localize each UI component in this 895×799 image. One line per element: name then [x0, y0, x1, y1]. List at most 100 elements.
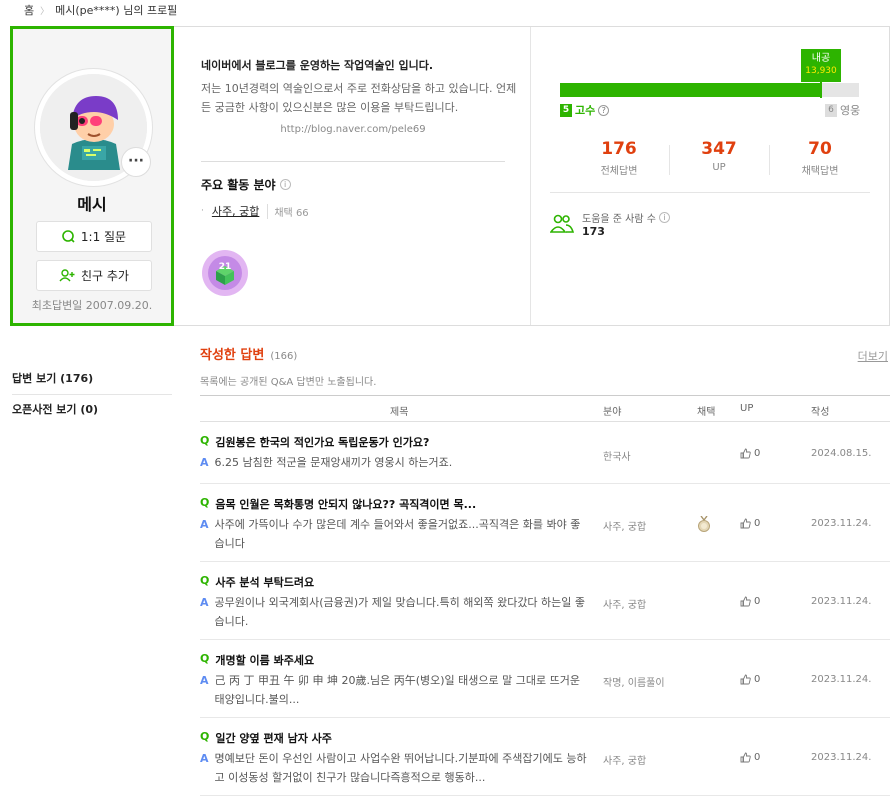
answers-title: 작성한 답변 (166)	[200, 344, 297, 363]
answer-mark-icon: A	[200, 456, 209, 469]
answer-mark-icon: A	[200, 752, 209, 765]
answer-preview[interactable]: A 명예보단 돈이 우선인 사람이고 사업수완 뛰어납니다.기분파에 주색잡기에도…	[200, 749, 590, 787]
table-row[interactable]: Q 김원봉은 한국의 적인가요 독립운동가 인가요? A 6.25 남침한 적군을 …	[200, 422, 890, 484]
stat-adopted-answers: 70 채택답변	[770, 139, 870, 177]
up-count: 0	[754, 752, 761, 763]
question-button[interactable]: 1:1 질문	[36, 221, 152, 252]
table-header: 제목 분야 채택 UP 작성	[200, 395, 890, 422]
up-count: 0	[754, 674, 761, 685]
row-up[interactable]: 0	[740, 518, 760, 529]
more-options-button[interactable]: ···	[121, 147, 151, 177]
row-up[interactable]: 0	[740, 674, 760, 685]
add-friend-label: 친구 추가	[81, 269, 129, 283]
blog-link[interactable]: http://blog.naver.com/pele69	[175, 124, 531, 135]
answer-text: 사주에 가뜩이나 수가 많은데 계수 들어와서 좋을거없죠...곡직격은 화를 …	[214, 518, 581, 550]
up-count: 0	[754, 596, 761, 607]
up-count: 0	[754, 518, 761, 529]
current-grade-number: 5	[560, 103, 572, 117]
activity-title: 주요 활동 분야 i	[201, 176, 291, 193]
row-date: 2024.08.15.	[811, 448, 872, 459]
answer-text: 己 丙 丁 甲丑 午 卯 申 坤 20歲.님은 丙午(병오)일 태생으로 말 그…	[214, 674, 580, 706]
row-up[interactable]: 0	[740, 596, 760, 607]
thumbs-up-icon	[740, 674, 751, 685]
question-mark-icon: Q	[200, 574, 210, 587]
profile-stats: 내공 13,930 5 고수 ? 6 영웅 176 전체답변 347 UP 70…	[532, 27, 889, 325]
thumbs-up-icon	[740, 448, 751, 459]
answer-mark-icon: A	[200, 596, 209, 609]
grade-progress-bar	[560, 83, 859, 97]
breadcrumb-home[interactable]: 홈	[24, 2, 34, 18]
row-category: 사주, 궁합	[603, 600, 647, 611]
profile-card: ··· 메시 1:1 질문 친구 추가 최초답변일 2007.09.20. 네이…	[10, 26, 890, 326]
grade-flag-score: 13,930	[805, 66, 837, 76]
activity-field: · 사주, 궁합 채택 66	[201, 203, 309, 219]
row-category: 한국사	[603, 452, 631, 463]
left-nav: 답변 보기 (176) 오픈사전 보기 (0)	[12, 364, 172, 423]
header-date: 작성	[811, 407, 830, 418]
anniversary-badge-icon[interactable]: 21	[201, 249, 249, 297]
answer-text: 공무원이나 외국계회사(금융권)가 제일 맞습니다.특히 해외쪽 왔다갔다 하는…	[214, 596, 586, 628]
helped-label: 도움을 준 사람 수 i	[582, 210, 670, 225]
row-category: 작명, 이름풀이	[603, 678, 665, 689]
table-row[interactable]: Q 일간 양옆 편재 남자 사주 A 명예보단 돈이 우선인 사람이고 사업수완 뛰…	[200, 718, 890, 796]
question-text: 김원봉은 한국의 적인가요 독립운동가 인가요?	[215, 436, 430, 449]
question-mark-icon: Q	[200, 730, 210, 743]
up-count: 0	[754, 448, 761, 459]
row-category: 사주, 궁합	[603, 756, 647, 767]
header-title: 제목	[390, 407, 409, 418]
add-friend-button[interactable]: 친구 추가	[36, 260, 152, 291]
bullet-icon: ·	[201, 206, 204, 216]
stat-value: 176	[601, 139, 637, 159]
question-mark-icon: Q	[200, 434, 210, 447]
medal-icon	[698, 516, 710, 532]
row-date: 2023.11.24.	[811, 752, 872, 763]
question-bubble-icon	[62, 230, 75, 243]
answer-preview[interactable]: A 己 丙 丁 甲丑 午 卯 申 坤 20歲.님은 丙午(병오)일 태생으로 말 …	[200, 671, 590, 709]
stat-label: 채택답변	[801, 166, 839, 177]
question-title[interactable]: Q 개명할 이름 봐주세요	[200, 652, 314, 668]
next-grade: 6 영웅	[825, 102, 860, 118]
answer-mark-icon: A	[200, 518, 209, 531]
row-date: 2023.11.24.	[811, 674, 872, 685]
question-text: 개명할 이름 봐주세요	[215, 654, 315, 667]
table-row[interactable]: Q 사주 분석 부탁드려요 A 공무원이나 외국계회사(금융권)가 제일 맞습니다.…	[200, 562, 890, 640]
question-text: 사주 분석 부탁드려요	[215, 576, 315, 589]
nav-item-open-dictionary[interactable]: 오픈사전 보기 (0)	[12, 395, 172, 423]
breadcrumb-current: 메시(pe****) 님의 프로필	[55, 4, 178, 17]
row-up[interactable]: 0	[740, 752, 760, 763]
chevron-right-icon: 〉	[40, 6, 50, 17]
intro-body: 저는 10년경력의 역술인으로서 주로 전화상담을 하고 있습니다. 언제든 궁…	[201, 82, 517, 114]
answer-preview[interactable]: A 사주에 가뜩이나 수가 많은데 계수 들어와서 좋을거없죠...곡직격은 화를…	[200, 515, 590, 553]
stat-total-answers: 176 전체답변	[569, 139, 669, 177]
row-date: 2023.11.24.	[811, 596, 872, 607]
table-row[interactable]: Q 음목 인월은 목화통명 안되지 않나요?? 곡직격이면 목... A 사주에 가…	[200, 484, 890, 562]
activity-adopted-count: 채택 66	[267, 203, 309, 219]
question-mark-icon: Q	[200, 652, 210, 665]
answer-preview[interactable]: A 6.25 남침한 적군을 문재앙새끼가 영웅시 하는거죠.	[200, 453, 590, 472]
question-title[interactable]: Q 사주 분석 부탁드려요	[200, 574, 314, 590]
more-link[interactable]: 더보기	[858, 348, 888, 364]
activity-field-link[interactable]: 사주, 궁합	[212, 203, 259, 219]
question-title[interactable]: Q 김원봉은 한국의 적인가요 독립운동가 인가요?	[200, 434, 429, 450]
question-text: 일간 양옆 편재 남자 사주	[215, 732, 332, 745]
question-title[interactable]: Q 음목 인월은 목화통명 안되지 않나요?? 곡직격이면 목...	[200, 496, 476, 512]
grade-progress-fill	[560, 83, 822, 97]
badge-number: 21	[219, 262, 232, 272]
info-icon[interactable]: i	[658, 212, 670, 223]
question-button-label: 1:1 질문	[80, 230, 127, 244]
stat-value: 347	[701, 139, 737, 159]
answer-text: 6.25 남침한 적군을 문재앙새끼가 영웅시 하는거죠.	[214, 456, 453, 469]
row-up[interactable]: 0	[740, 448, 760, 459]
question-title[interactable]: Q 일간 양옆 편재 남자 사주	[200, 730, 332, 746]
divider	[201, 161, 505, 162]
thumbs-up-icon	[740, 518, 751, 529]
answer-preview[interactable]: A 공무원이나 외국계회사(금융권)가 제일 맞습니다.특히 해외쪽 왔다갔다 하…	[200, 593, 590, 631]
nav-item-answers[interactable]: 답변 보기 (176)	[12, 364, 172, 395]
help-icon[interactable]: ?	[598, 104, 610, 116]
info-icon[interactable]: i	[279, 179, 291, 190]
table-row[interactable]: Q 개명할 이름 봐주세요 A 己 丙 丁 甲丑 午 卯 申 坤 20歲.님은 丙午…	[200, 640, 890, 718]
profile-summary: ··· 메시 1:1 질문 친구 추가 최초답변일 2007.09.20.	[10, 26, 174, 326]
grade-flag: 내공 13,930	[801, 49, 841, 82]
profile-intro: 네이버에서 블로그를 운영하는 작업역술인 입니다. 저는 10년경력의 역술인…	[175, 27, 531, 325]
header-category: 분야	[603, 407, 622, 418]
